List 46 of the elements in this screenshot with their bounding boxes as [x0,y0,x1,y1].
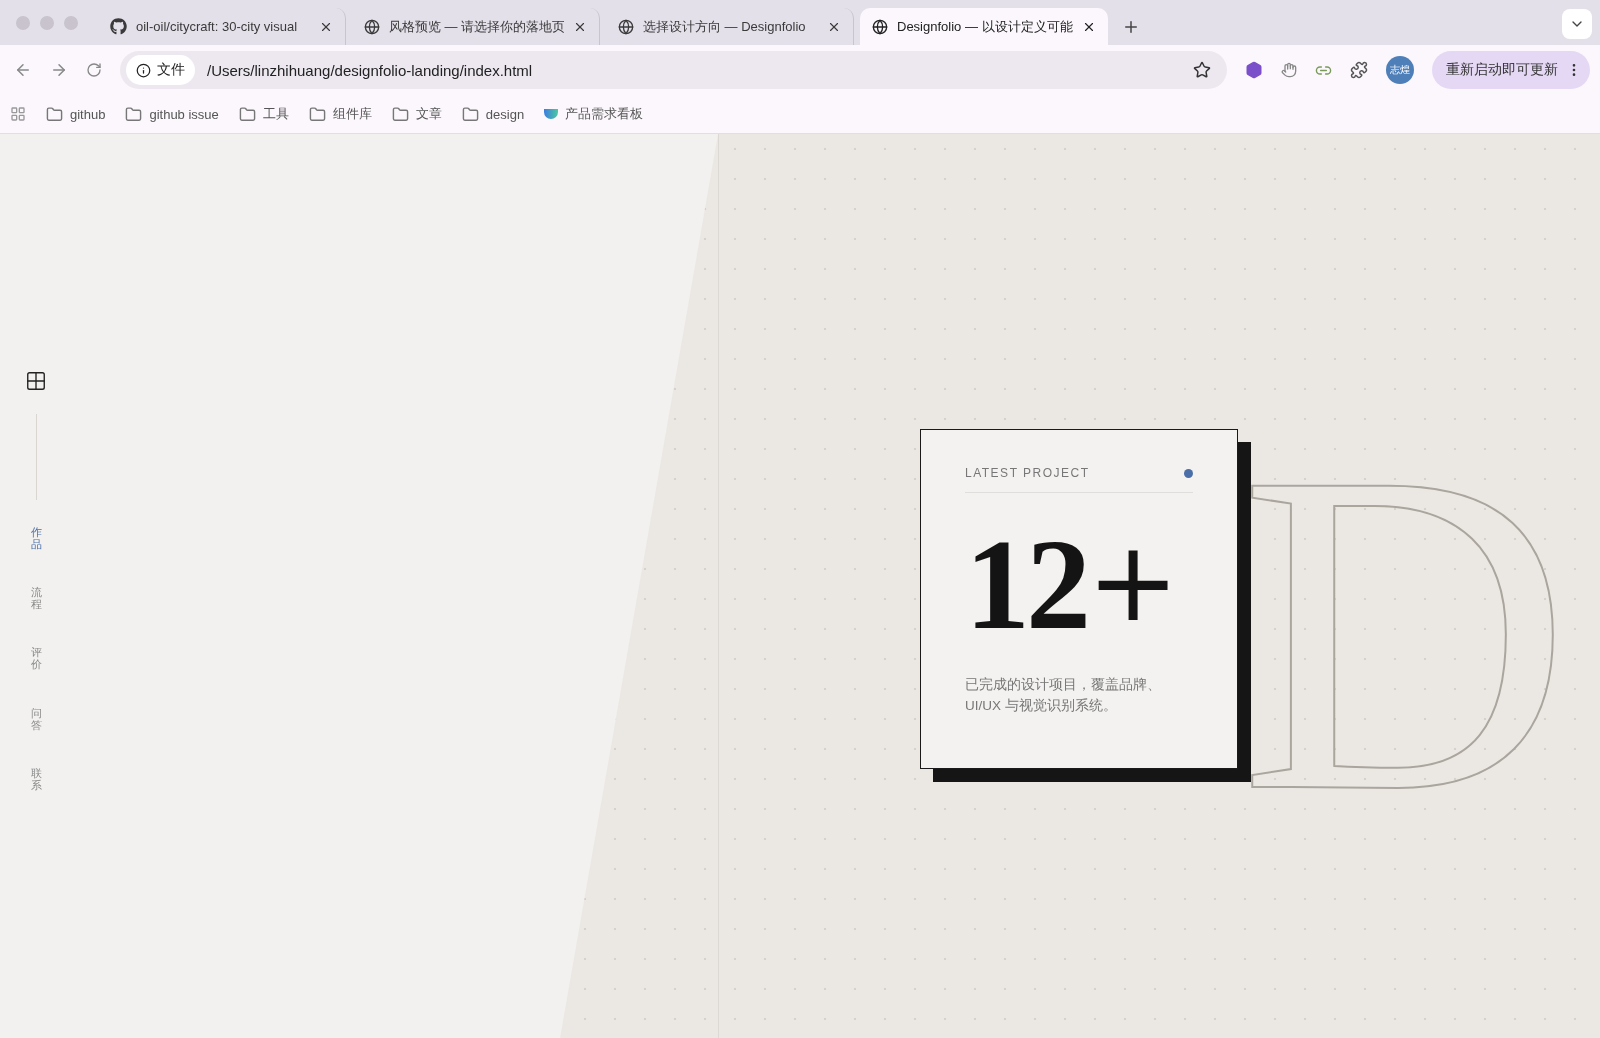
url-field[interactable]: /Users/linzhihuang/designfolio-landing/index.html [205,60,1183,80]
folder-icon [238,105,256,123]
browser-tab[interactable]: 风格预览 — 请选择你的落地页 [352,8,600,45]
backdrop-letter: D [1239,402,1572,862]
folder-icon [391,105,409,123]
bookmark[interactable]: design [461,105,525,123]
folder-icon [46,105,63,123]
bookmark[interactable]: github issue [125,105,219,123]
address-bar[interactable]: 文件 /Users/linzhihuang/designfolio-landing/index.html [120,51,1227,89]
globe-icon [872,18,888,35]
globe-icon [364,18,380,35]
card-description: 已完成的设计项目，覆盖品牌、UI/UX 与视觉识别系统。 [965,676,1162,715]
folder-icon [461,105,479,123]
apps-icon[interactable] [10,106,26,122]
hand-icon[interactable] [1281,62,1297,78]
tab-title: 选择设计方向 — Designfolio [643,17,807,36]
tab-list-button[interactable] [1562,9,1592,39]
globe-icon [618,18,634,35]
grid-icon[interactable] [25,370,47,392]
status-dot [1184,468,1193,478]
star-icon[interactable] [1193,61,1211,79]
tab-title: 风格预览 — 请选择你的落地页 [389,17,564,36]
hexagon-icon[interactable] [1245,61,1263,79]
back-icon[interactable] [14,61,32,79]
tab-title: Designfolio — 以设计定义可能 [897,17,1073,36]
nav-link[interactable]: 作品 [30,526,42,551]
puzzle-icon[interactable] [1350,61,1368,79]
site-info-button[interactable]: 文件 [126,55,195,85]
github-icon [110,18,127,35]
forward-icon[interactable] [50,61,68,79]
bookmark[interactable]: 产品需求看板 [544,105,644,123]
card-eyebrow: LATEST PROJECT [965,466,1090,480]
profile-avatar[interactable]: 志煌 [1386,56,1414,84]
bookmark[interactable]: github [46,105,106,123]
folder-icon [125,105,143,123]
info-icon [136,62,151,78]
reload-icon[interactable] [86,62,102,78]
folder-icon [308,105,326,123]
tab-title: oil-oil/citycraft: 30-city visual [136,19,299,34]
browser-tab[interactable]: oil-oil/citycraft: 30-city visual [98,8,346,45]
browser-tab[interactable]: Designfolio — 以设计定义可能 [860,8,1108,45]
browser-tab[interactable]: 选择设计方向 — Designfolio [606,8,854,45]
bookmark[interactable]: 文章 [391,105,442,123]
bookmark[interactable]: 工具 [238,105,289,123]
update-button[interactable]: 重新启动即可更新 [1432,51,1590,89]
bookmark[interactable]: 组件库 [308,105,372,123]
